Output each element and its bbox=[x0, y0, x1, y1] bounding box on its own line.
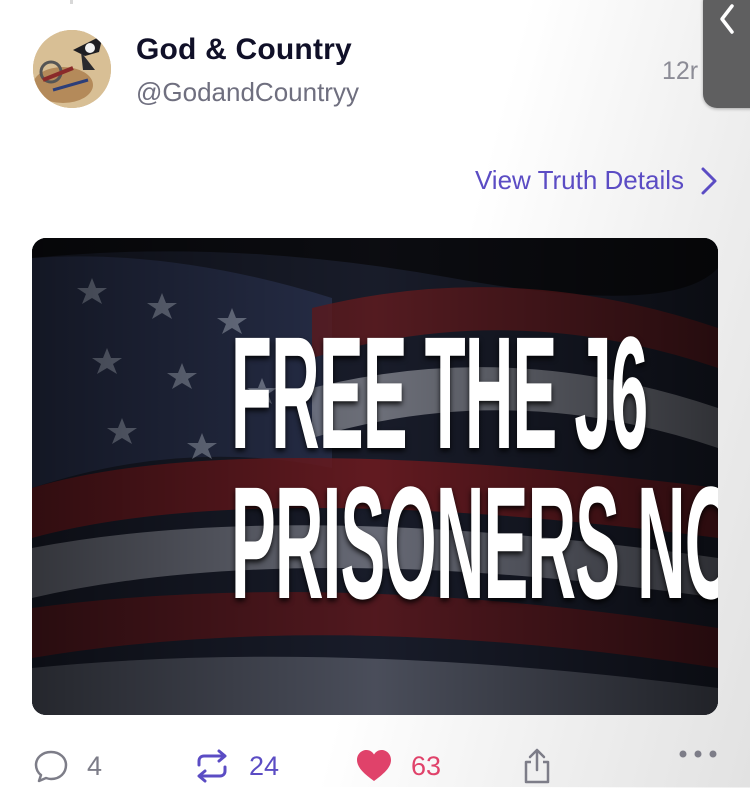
reply-count: 4 bbox=[87, 750, 103, 781]
retruth-button[interactable]: 24 bbox=[193, 748, 279, 784]
headline-line-1: FREE THE J6 bbox=[230, 303, 648, 482]
repost-arrows-icon bbox=[197, 749, 227, 783]
image-headline: FREE THE J6 PRISONERS NOW! bbox=[32, 303, 718, 632]
chevron-right-icon bbox=[701, 167, 717, 194]
post-image[interactable]: FREE THE J6 PRISONERS NOW! bbox=[32, 238, 718, 715]
reply-button[interactable]: 4 bbox=[33, 748, 102, 784]
display-name[interactable]: God & Country bbox=[136, 33, 352, 67]
speech-bubble-icon bbox=[34, 750, 68, 783]
details-link-label: View Truth Details bbox=[474, 165, 684, 195]
headline-line-2: PRISONERS NOW! bbox=[230, 453, 718, 632]
avatar[interactable] bbox=[33, 30, 111, 108]
share-button[interactable] bbox=[522, 748, 552, 784]
like-button[interactable]: 63 bbox=[355, 748, 441, 784]
view-truth-details-link[interactable]: View Truth Details bbox=[475, 165, 718, 196]
share-icon bbox=[524, 748, 550, 784]
user-handle[interactable]: @GodandCountryy bbox=[136, 77, 359, 108]
action-bar: 4 24 63 bbox=[0, 740, 750, 788]
chevron-left-icon bbox=[720, 4, 734, 34]
like-count: 63 bbox=[411, 750, 442, 781]
post-timestamp: 12r bbox=[662, 57, 699, 85]
heart-icon bbox=[357, 750, 391, 781]
avatar-image bbox=[33, 30, 111, 108]
side-panel-tab[interactable] bbox=[703, 0, 750, 108]
more-options-button[interactable] bbox=[678, 748, 718, 760]
more-dots-icon bbox=[679, 750, 717, 758]
thread-line bbox=[70, 0, 73, 4]
retruth-count: 24 bbox=[249, 750, 280, 781]
